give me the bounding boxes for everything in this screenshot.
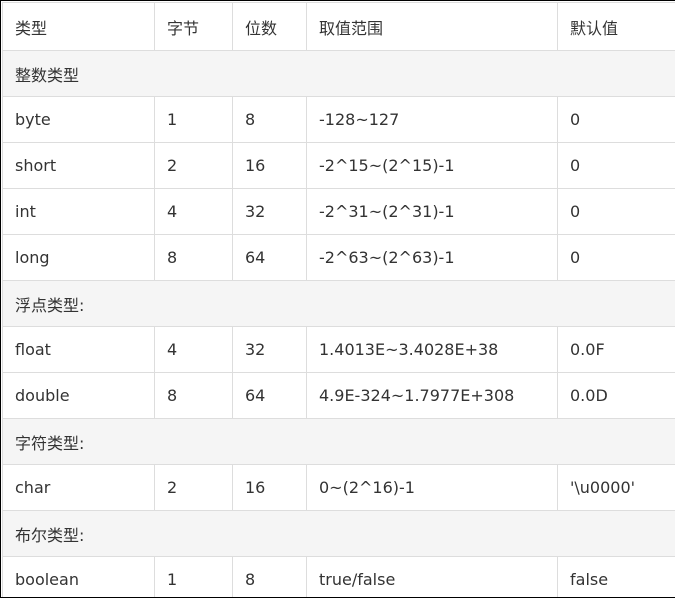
group-label: 布尔类型: [2,510,675,557]
cell-range: -2^15~(2^15)-1 [306,142,558,189]
table-row: long 8 64 -2^63~(2^63)-1 0 [2,234,675,281]
group-label: 字符类型: [2,418,675,465]
cell-bytes: 2 [154,464,233,511]
cell-type: boolean [2,556,155,597]
cell-bits: 32 [232,326,307,373]
cell-type: short [2,142,155,189]
cell-default: false [557,556,675,597]
group-row-float: 浮点类型: [2,280,675,327]
cell-range: -2^63~(2^63)-1 [306,234,558,281]
cell-default: 0.0F [557,326,675,373]
group-row-integer: 整数类型 [2,50,675,97]
table-row: char 2 16 0~(2^16)-1 '\u0000' [2,464,675,511]
table-row: byte 1 8 -128~127 0 [2,96,675,143]
cell-range: -2^31~(2^31)-1 [306,188,558,235]
cell-bytes: 1 [154,556,233,597]
table-row: double 8 64 4.9E-324~1.7977E+308 0.0D [2,372,675,419]
cell-range: 0~(2^16)-1 [306,464,558,511]
cell-bits: 8 [232,556,307,597]
group-row-boolean: 布尔类型: [2,510,675,557]
data-types-table-frame: 类型 字节 位数 取值范围 默认值 整数类型 byte 1 8 -128~127… [0,0,675,598]
cell-bits: 64 [232,372,307,419]
table-row: boolean 1 8 true/false false [2,556,675,597]
table-row: float 4 32 1.4013E~3.4028E+38 0.0F [2,326,675,373]
cell-default: '\u0000' [557,464,675,511]
cell-type: double [2,372,155,419]
cell-type: float [2,326,155,373]
header-range: 取值范围 [306,2,558,51]
data-types-table: 类型 字节 位数 取值范围 默认值 整数类型 byte 1 8 -128~127… [2,2,675,597]
cell-type: char [2,464,155,511]
cell-default: 0 [557,142,675,189]
cell-bits: 64 [232,234,307,281]
header-default: 默认值 [557,2,675,51]
header-bytes: 字节 [154,2,233,51]
cell-default: 0 [557,234,675,281]
cell-range: 4.9E-324~1.7977E+308 [306,372,558,419]
cell-bytes: 8 [154,234,233,281]
cell-type: byte [2,96,155,143]
group-label: 整数类型 [2,50,675,97]
group-label: 浮点类型: [2,280,675,327]
cell-bytes: 4 [154,188,233,235]
cell-type: long [2,234,155,281]
cell-range: true/false [306,556,558,597]
cell-bits: 32 [232,188,307,235]
cell-bytes: 1 [154,96,233,143]
header-bits: 位数 [232,2,307,51]
table-header-row: 类型 字节 位数 取值范围 默认值 [2,2,675,51]
cell-type: int [2,188,155,235]
cell-bytes: 4 [154,326,233,373]
header-type: 类型 [2,2,155,51]
cell-default: 0.0D [557,372,675,419]
table-row: int 4 32 -2^31~(2^31)-1 0 [2,188,675,235]
cell-bytes: 8 [154,372,233,419]
cell-default: 0 [557,96,675,143]
cell-bytes: 2 [154,142,233,189]
cell-bits: 16 [232,142,307,189]
cell-bits: 16 [232,464,307,511]
group-row-char: 字符类型: [2,418,675,465]
cell-range: -128~127 [306,96,558,143]
cell-default: 0 [557,188,675,235]
cell-bits: 8 [232,96,307,143]
table-row: short 2 16 -2^15~(2^15)-1 0 [2,142,675,189]
cell-range: 1.4013E~3.4028E+38 [306,326,558,373]
